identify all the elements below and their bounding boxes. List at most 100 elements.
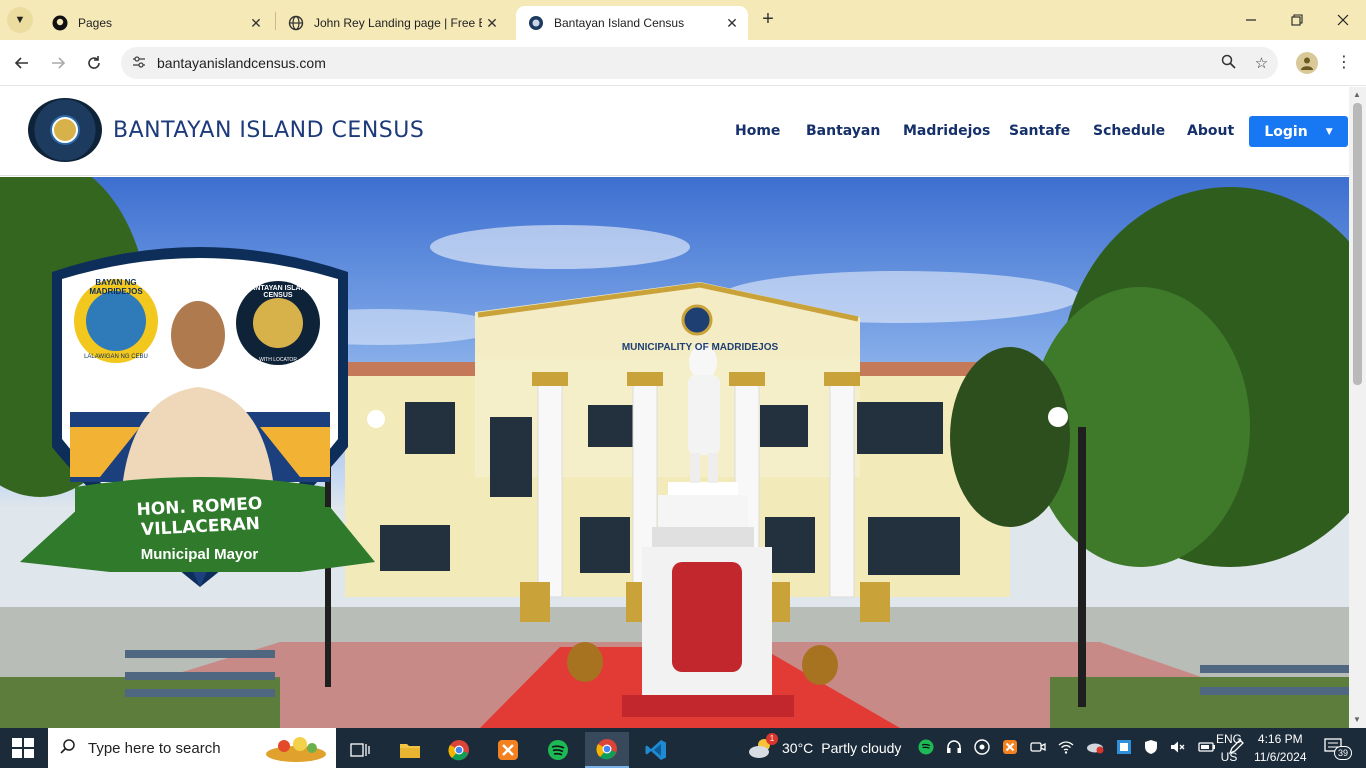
new-tab-button[interactable]: + bbox=[757, 8, 779, 30]
close-icon[interactable]: ✕ bbox=[246, 15, 266, 32]
onedrive-icon[interactable] bbox=[1086, 740, 1104, 757]
search-highlight-icon bbox=[264, 734, 328, 768]
tab-title: John Rey Landing page | Free B bbox=[314, 16, 482, 30]
close-icon[interactable]: ✕ bbox=[482, 15, 502, 32]
forward-button[interactable] bbox=[45, 50, 71, 76]
xampp-icon bbox=[498, 740, 518, 760]
windows-logo-icon bbox=[12, 738, 34, 758]
hero-image bbox=[0, 177, 1349, 728]
defender-icon[interactable] bbox=[1144, 739, 1158, 758]
language-code: ENG bbox=[1216, 732, 1243, 746]
profile-avatar[interactable] bbox=[1296, 52, 1318, 74]
clock-time: 4:16 PM bbox=[1257, 732, 1303, 746]
login-label: Login bbox=[1264, 123, 1308, 140]
logo-emblem bbox=[52, 117, 78, 143]
minimize-button[interactable] bbox=[1228, 0, 1274, 40]
tab-bantayan-census[interactable]: Bantayan Island Census ✕ bbox=[516, 6, 748, 40]
vscode-icon bbox=[645, 740, 666, 760]
language-indicator[interactable]: ENG US bbox=[1216, 730, 1242, 766]
nav-bantayan[interactable]: Bantayan bbox=[806, 123, 880, 139]
restore-button[interactable] bbox=[1274, 0, 1320, 40]
folder-icon bbox=[400, 744, 420, 758]
page-scrollbar[interactable]: ▲ ▼ bbox=[1349, 87, 1366, 728]
xampp-button[interactable] bbox=[486, 732, 530, 768]
notification-center-button[interactable]: 39 bbox=[1324, 738, 1354, 762]
browser-menu-button[interactable]: ⋮ bbox=[1334, 52, 1354, 74]
arrow-right-icon bbox=[52, 57, 66, 69]
tab-title: Pages bbox=[78, 16, 113, 30]
region-code: US bbox=[1220, 750, 1238, 764]
close-icon[interactable]: ✕ bbox=[722, 15, 742, 32]
census-seal-text: BANTAYAN ISLAND CENSUS bbox=[245, 285, 311, 299]
spotify-tray-icon[interactable] bbox=[918, 739, 934, 758]
close-window-button[interactable] bbox=[1320, 0, 1366, 40]
taskbar-clock[interactable]: 4:16 PM 11/6/2024 bbox=[1254, 730, 1307, 766]
madridejos-seal-text: BAYAN NG MADRIDEJOS bbox=[89, 278, 143, 296]
chevron-down-icon: ▼ bbox=[14, 14, 26, 26]
census-seal-subtext: WITH LOCATOR bbox=[259, 357, 297, 363]
battery-icon[interactable] bbox=[1198, 741, 1216, 756]
login-dropdown-button[interactable]: Login ▼ bbox=[1249, 116, 1348, 147]
tab-search-button[interactable]: ▼ bbox=[7, 7, 33, 33]
building-sign: MUNICIPALITY OF MADRIDEJOS bbox=[621, 342, 779, 353]
clock-date: 11/6/2024 bbox=[1254, 750, 1307, 764]
search-icon bbox=[48, 738, 88, 759]
xampp-tray-icon[interactable] bbox=[1002, 739, 1018, 758]
close-icon bbox=[1337, 14, 1349, 26]
windows-taskbar: Type here to search 1 30°C Partly cloudy bbox=[0, 728, 1366, 768]
taskbar-search-placeholder: Type here to search bbox=[88, 739, 221, 757]
task-view-button[interactable] bbox=[338, 732, 382, 768]
notification-count: 39 bbox=[1334, 746, 1352, 760]
meet-now-icon[interactable] bbox=[1030, 739, 1046, 758]
nav-santafe[interactable]: Santafe bbox=[1009, 123, 1070, 139]
network-adapter-icon[interactable] bbox=[1116, 739, 1132, 758]
tab-title: Bantayan Island Census bbox=[554, 16, 685, 30]
arrow-left-icon bbox=[14, 57, 28, 69]
tab-john-rey[interactable]: John Rey Landing page | Free B ✕ bbox=[276, 6, 508, 40]
nav-about[interactable]: About bbox=[1187, 123, 1234, 139]
github-icon bbox=[52, 15, 68, 31]
weather-badge: 1 bbox=[766, 733, 778, 745]
nav-madridejos[interactable]: Madridejos bbox=[903, 123, 990, 139]
chrome-tray-icon[interactable] bbox=[974, 738, 990, 758]
windows-start-button[interactable] bbox=[12, 738, 34, 758]
taskbar-search-box[interactable]: Type here to search bbox=[48, 728, 336, 768]
weather-desc: Partly cloudy bbox=[821, 740, 902, 756]
scroll-down-icon[interactable]: ▼ bbox=[1353, 715, 1361, 724]
file-explorer-button[interactable] bbox=[388, 732, 432, 768]
weather-widget[interactable]: 1 30°C Partly cloudy bbox=[748, 728, 901, 768]
nav-home[interactable]: Home bbox=[735, 123, 780, 139]
url-text[interactable]: bantayanislandcensus.com bbox=[157, 55, 1212, 71]
volume-muted-icon[interactable] bbox=[1170, 739, 1186, 758]
spotify-button[interactable] bbox=[536, 732, 580, 768]
bookmark-star-icon[interactable]: ☆ bbox=[1245, 54, 1278, 72]
hero-banner: BAYAN NG MADRIDEJOS LALAWIGAN NG CEBU BA… bbox=[0, 177, 1349, 728]
headset-icon[interactable] bbox=[946, 739, 962, 758]
nav-schedule[interactable]: Schedule bbox=[1093, 123, 1165, 139]
back-button[interactable] bbox=[9, 50, 35, 76]
weather-temp: 30°C bbox=[782, 740, 814, 756]
site-info-icon[interactable] bbox=[121, 55, 157, 72]
chrome-profile-button[interactable] bbox=[585, 732, 629, 768]
site-brand-title[interactable]: BANTAYAN ISLAND CENSUS bbox=[113, 118, 424, 143]
site-icon bbox=[528, 15, 544, 31]
tab-strip: ▼ Pages ✕ John Rey Landing page | Free B… bbox=[0, 0, 1366, 40]
scrollbar-thumb[interactable] bbox=[1353, 103, 1362, 385]
mayor-title: Municipal Mayor bbox=[117, 540, 282, 568]
zoom-icon[interactable] bbox=[1212, 54, 1245, 73]
address-bar[interactable]: bantayanislandcensus.com ☆ bbox=[121, 47, 1278, 79]
browser-toolbar: bantayanislandcensus.com ☆ ⋮ bbox=[0, 40, 1366, 86]
chrome-button[interactable] bbox=[437, 732, 481, 768]
site-header: BANTAYAN ISLAND CENSUS Home Bantayan Mad… bbox=[0, 87, 1349, 176]
wifi-icon[interactable] bbox=[1058, 740, 1074, 757]
spotify-icon bbox=[548, 740, 568, 760]
vscode-button[interactable] bbox=[634, 732, 678, 768]
task-view-icon bbox=[350, 743, 370, 757]
reload-icon bbox=[88, 56, 100, 69]
chrome-icon bbox=[596, 739, 617, 760]
minimize-icon bbox=[1246, 19, 1256, 21]
site-logo[interactable] bbox=[28, 98, 102, 162]
scroll-up-icon[interactable]: ▲ bbox=[1353, 90, 1361, 99]
tab-pages[interactable]: Pages ✕ bbox=[40, 6, 272, 40]
reload-button[interactable] bbox=[81, 50, 107, 76]
